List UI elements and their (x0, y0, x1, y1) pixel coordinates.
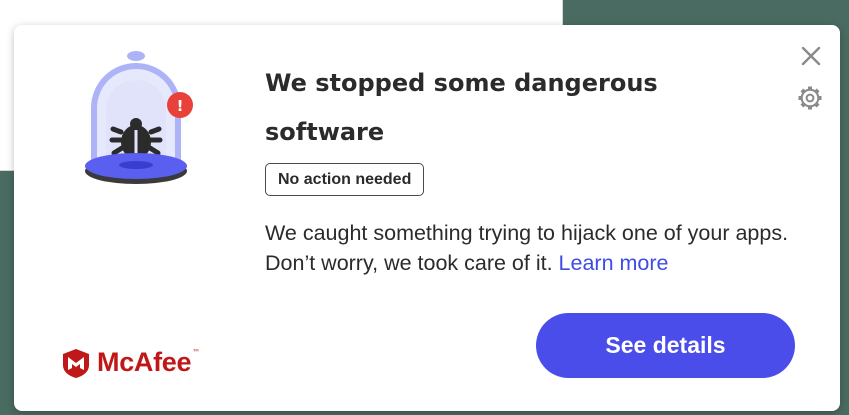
trademark-mark: ™ (192, 348, 201, 357)
notification-message: We caught something trying to hijack one… (265, 218, 805, 278)
mcafee-shield-icon (63, 348, 89, 378)
close-button[interactable] (800, 45, 822, 67)
notification-title: We stopped some dangerous software (265, 69, 658, 146)
mcafee-logo: McAfee ™ (61, 347, 200, 378)
gear-icon (798, 86, 822, 110)
bug-in-jar-icon: ! (85, 51, 193, 184)
brand-name: McAfee (97, 347, 192, 377)
settings-button[interactable] (797, 85, 823, 111)
message-text: We caught something trying to hijack one… (265, 221, 789, 275)
threat-notification-card: ! We stopped some dangerous software No … (14, 25, 840, 411)
alert-mark: ! (177, 97, 184, 115)
close-icon (801, 46, 821, 66)
status-badge: No action needed (265, 163, 425, 196)
learn-more-link[interactable]: Learn more (559, 251, 669, 275)
see-details-button[interactable]: See details (536, 313, 795, 378)
